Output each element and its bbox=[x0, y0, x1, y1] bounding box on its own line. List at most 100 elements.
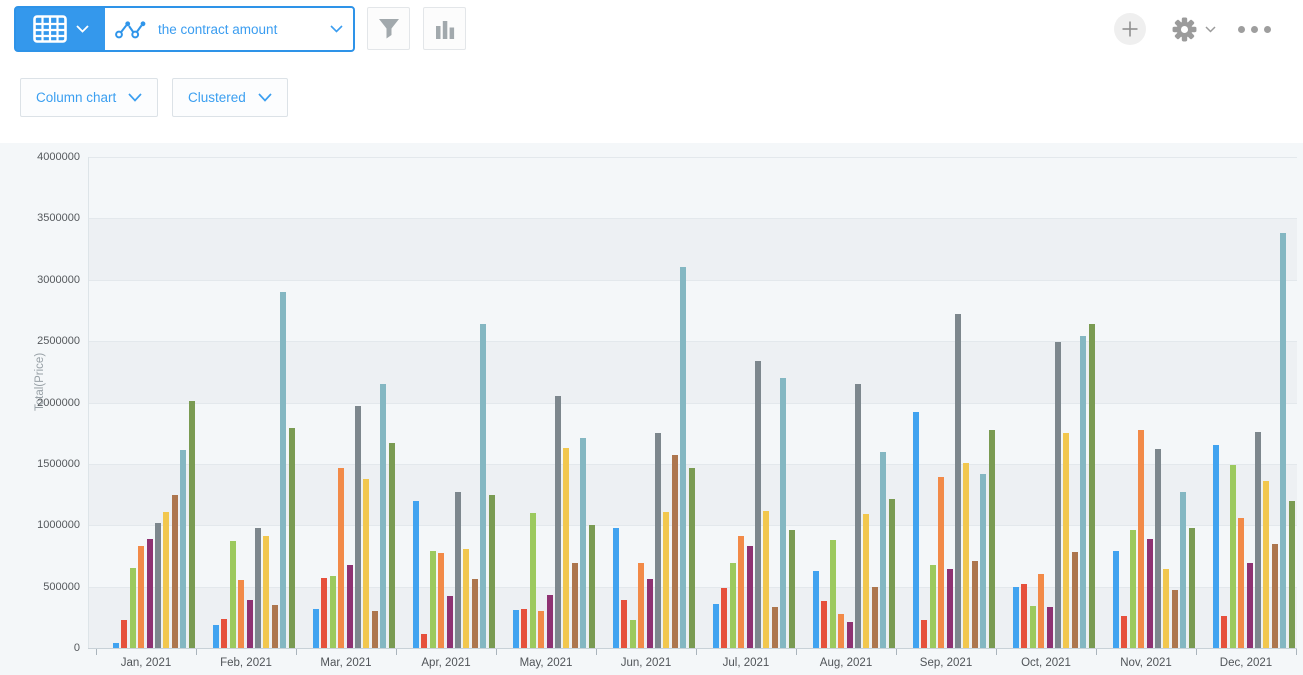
bar-steel-teal[interactable] bbox=[680, 267, 686, 648]
bar-magenta[interactable] bbox=[847, 622, 853, 648]
metric-selector[interactable]: the contract amount bbox=[105, 8, 353, 50]
bar-red[interactable] bbox=[1221, 616, 1227, 648]
bar-red[interactable] bbox=[821, 601, 827, 648]
bar-amber[interactable] bbox=[463, 549, 469, 648]
bar-olive[interactable] bbox=[489, 495, 495, 648]
bar-magenta[interactable] bbox=[1147, 539, 1153, 648]
bar-brown[interactable] bbox=[572, 563, 578, 648]
bar-blue[interactable] bbox=[313, 609, 319, 648]
bar-olive[interactable] bbox=[889, 499, 895, 648]
bar-blue[interactable] bbox=[813, 571, 819, 648]
bar-amber[interactable] bbox=[1263, 481, 1269, 648]
bar-magenta[interactable] bbox=[347, 565, 353, 648]
bar-orange[interactable] bbox=[1238, 518, 1244, 648]
bar-brown[interactable] bbox=[972, 561, 978, 648]
bar-light-green[interactable] bbox=[1230, 465, 1236, 648]
bar-steel-teal[interactable] bbox=[280, 292, 286, 648]
bar-gray[interactable] bbox=[455, 492, 461, 648]
bar-red[interactable] bbox=[321, 578, 327, 648]
bar-red[interactable] bbox=[721, 588, 727, 648]
bar-magenta[interactable] bbox=[147, 539, 153, 648]
bar-blue[interactable] bbox=[1213, 445, 1219, 648]
add-button[interactable] bbox=[1114, 13, 1146, 45]
bar-blue[interactable] bbox=[513, 610, 519, 648]
bar-olive[interactable] bbox=[789, 530, 795, 648]
bar-blue[interactable] bbox=[913, 412, 919, 648]
bar-brown[interactable] bbox=[672, 455, 678, 648]
bar-steel-teal[interactable] bbox=[780, 378, 786, 648]
bar-steel-teal[interactable] bbox=[580, 438, 586, 648]
bar-steel-teal[interactable] bbox=[1280, 233, 1286, 648]
bar-red[interactable] bbox=[621, 600, 627, 648]
bar-brown[interactable] bbox=[272, 605, 278, 648]
bar-gray[interactable] bbox=[155, 523, 161, 648]
bar-red[interactable] bbox=[521, 609, 527, 648]
bar-blue[interactable] bbox=[1013, 587, 1019, 648]
bar-gray[interactable] bbox=[255, 528, 261, 648]
bar-orange[interactable] bbox=[538, 611, 544, 648]
bar-orange[interactable] bbox=[1138, 430, 1144, 648]
bar-gray[interactable] bbox=[855, 384, 861, 648]
bar-olive[interactable] bbox=[1289, 501, 1295, 648]
bar-blue[interactable] bbox=[1113, 551, 1119, 648]
bar-magenta[interactable] bbox=[1047, 607, 1053, 648]
bar-orange[interactable] bbox=[838, 614, 844, 648]
bar-magenta[interactable] bbox=[1247, 563, 1253, 648]
bar-amber[interactable] bbox=[563, 448, 569, 648]
bar-olive[interactable] bbox=[1189, 528, 1195, 648]
bar-olive[interactable] bbox=[689, 468, 695, 648]
bar-steel-teal[interactable] bbox=[380, 384, 386, 648]
bar-orange[interactable] bbox=[738, 536, 744, 648]
bar-steel-teal[interactable] bbox=[1180, 492, 1186, 648]
bar-red[interactable] bbox=[221, 619, 227, 648]
bar-orange[interactable] bbox=[938, 477, 944, 648]
bar-magenta[interactable] bbox=[247, 600, 253, 648]
bar-gray[interactable] bbox=[655, 433, 661, 648]
bar-magenta[interactable] bbox=[447, 596, 453, 648]
bar-steel-teal[interactable] bbox=[180, 450, 186, 648]
bar-steel-teal[interactable] bbox=[880, 452, 886, 648]
bar-amber[interactable] bbox=[1063, 433, 1069, 648]
bar-orange[interactable] bbox=[638, 563, 644, 648]
bar-steel-teal[interactable] bbox=[480, 324, 486, 648]
bar-light-green[interactable] bbox=[230, 541, 236, 648]
bar-amber[interactable] bbox=[763, 511, 769, 648]
bar-brown[interactable] bbox=[772, 607, 778, 648]
bar-olive[interactable] bbox=[189, 401, 195, 648]
bar-light-green[interactable] bbox=[930, 565, 936, 648]
bar-brown[interactable] bbox=[172, 495, 178, 648]
bar-blue[interactable] bbox=[213, 625, 219, 648]
bar-gray[interactable] bbox=[1255, 432, 1261, 648]
bar-gray[interactable] bbox=[755, 361, 761, 648]
bar-light-green[interactable] bbox=[830, 540, 836, 648]
bar-orange[interactable] bbox=[138, 546, 144, 648]
bar-olive[interactable] bbox=[589, 525, 595, 648]
bar-olive[interactable] bbox=[1089, 324, 1095, 648]
bar-steel-teal[interactable] bbox=[980, 474, 986, 648]
bar-red[interactable] bbox=[1021, 584, 1027, 648]
bar-light-green[interactable] bbox=[130, 568, 136, 648]
bar-brown[interactable] bbox=[872, 587, 878, 648]
cluster-mode-dropdown[interactable]: Clustered bbox=[172, 78, 288, 117]
bar-amber[interactable] bbox=[1163, 569, 1169, 648]
bar-red[interactable] bbox=[1121, 616, 1127, 648]
bar-steel-teal[interactable] bbox=[1080, 336, 1086, 648]
chart-type-icon-button[interactable] bbox=[423, 7, 466, 50]
bar-magenta[interactable] bbox=[747, 546, 753, 648]
data-source-selector[interactable]: the contract amount bbox=[14, 6, 355, 52]
bar-gray[interactable] bbox=[955, 314, 961, 648]
bar-amber[interactable] bbox=[163, 512, 169, 648]
bar-light-green[interactable] bbox=[430, 551, 436, 648]
bar-light-green[interactable] bbox=[730, 563, 736, 648]
bar-gray[interactable] bbox=[1055, 342, 1061, 648]
view-type-button[interactable] bbox=[16, 8, 105, 50]
bar-red[interactable] bbox=[421, 634, 427, 648]
bar-light-green[interactable] bbox=[530, 513, 536, 648]
bar-gray[interactable] bbox=[355, 406, 361, 648]
bar-olive[interactable] bbox=[989, 430, 995, 648]
bar-magenta[interactable] bbox=[647, 579, 653, 648]
bar-light-green[interactable] bbox=[1030, 606, 1036, 648]
bar-light-green[interactable] bbox=[1130, 530, 1136, 648]
bar-blue[interactable] bbox=[613, 528, 619, 648]
chart-type-dropdown[interactable]: Column chart bbox=[20, 78, 158, 117]
